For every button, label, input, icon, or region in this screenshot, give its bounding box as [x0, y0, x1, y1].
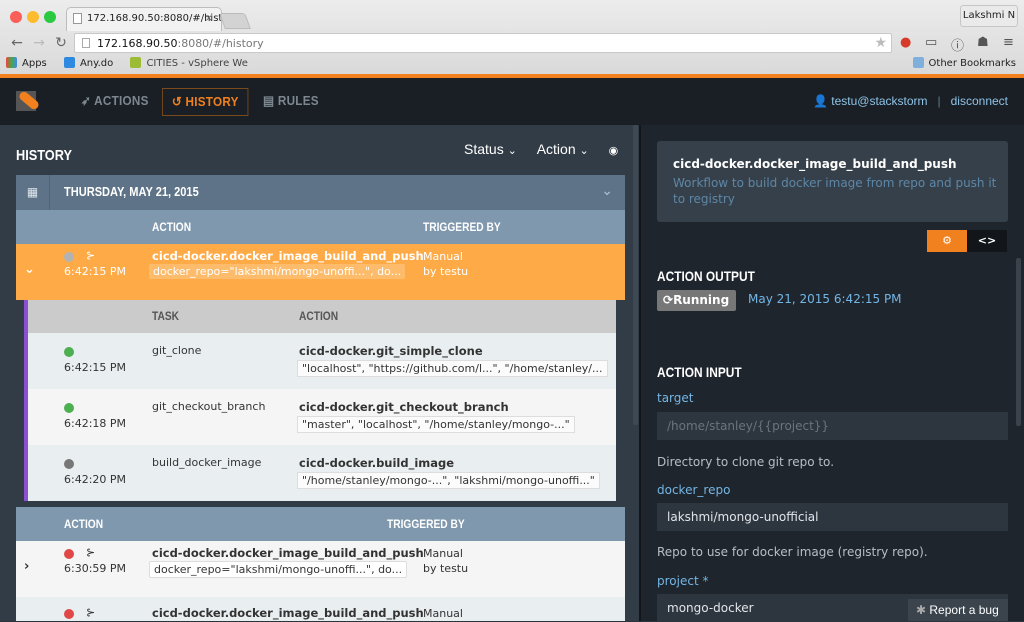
- target-input[interactable]: /home/stanley/{{project}}: [657, 412, 1008, 440]
- bug-icon: ✱: [916, 603, 930, 617]
- action-name: cicd-docker.docker_image_build_and_push: [152, 249, 424, 263]
- disconnect-link[interactable]: disconnect: [951, 94, 1008, 108]
- triggered-by: Manual by testu: [423, 250, 469, 278]
- eye-icon[interactable]: ◉: [609, 144, 619, 157]
- action-title: cicd-docker.docker_image_build_and_push: [673, 157, 957, 171]
- table-row[interactable]: ⊱ cicd-docker.docker_image_build_and_pus…: [16, 597, 625, 621]
- history-icon: ↺: [171, 94, 186, 109]
- page-icon: [82, 38, 90, 48]
- status-dot-running: [64, 459, 74, 469]
- status-dot-failed: [64, 549, 74, 559]
- adblock-icon[interactable]: ●: [900, 35, 911, 50]
- field-label-project: project *: [657, 574, 709, 588]
- nav-history[interactable]: ↺ HISTORY: [162, 88, 249, 116]
- docker-repo-help: Repo to use for docker image (registry r…: [657, 545, 928, 559]
- bookmark-anydo[interactable]: Any.do: [63, 57, 113, 69]
- gears-view-button[interactable]: ⚙: [927, 230, 967, 252]
- refresh-icon: ⟳: [663, 293, 674, 307]
- ghostery-icon[interactable]: ☗: [977, 35, 989, 50]
- reload-icon[interactable]: ↻: [50, 35, 72, 51]
- browser-tab[interactable]: 172.168.90.50:8080/#/histo ×: [66, 7, 222, 31]
- forward-icon[interactable]: →: [28, 35, 50, 51]
- date-label: THURSDAY, MAY 21, 2015: [64, 184, 199, 199]
- bookmark-star-icon[interactable]: ★: [874, 35, 887, 51]
- output-title: ACTION OUTPUT: [657, 268, 755, 284]
- menu-icon[interactable]: ≡: [1003, 35, 1014, 50]
- chevron-right-icon[interactable]: ›: [24, 559, 29, 574]
- back-icon[interactable]: ←: [6, 35, 28, 51]
- subtask-header: TASK ACTION: [24, 300, 616, 333]
- report-bug-button[interactable]: ✱ Report a bug: [908, 599, 1008, 621]
- input-title: ACTION INPUT: [657, 364, 742, 380]
- chevron-down-icon: ⌄: [579, 145, 589, 157]
- apps-icon: [6, 57, 17, 68]
- chevron-down-icon: ⌄: [507, 145, 517, 157]
- nav-actions[interactable]: ➶ ACTIONS: [72, 88, 158, 116]
- minimize-window-button[interactable]: [27, 11, 39, 23]
- user-icon: 👤: [812, 94, 828, 108]
- subtask-row[interactable]: 6:42:20 PM build_docker_image cicd-docke…: [24, 445, 616, 501]
- field-label-docker-repo: docker_repo: [657, 483, 731, 497]
- filters: Status ⌄ Action ⌄ ◉: [464, 141, 634, 157]
- user-info: 👤 testu@stackstorm | disconnect: [812, 94, 1008, 108]
- anydo-icon: [63, 57, 75, 68]
- address-bar[interactable]: 172.168.90.50:8080/#/history ★: [74, 33, 892, 53]
- action-filter[interactable]: Action ⌄: [537, 141, 589, 157]
- vsphere-icon: [130, 57, 142, 68]
- tab-title: 172.168.90.50:8080/#/histo: [87, 13, 222, 24]
- workflow-icon: ⊱: [86, 546, 96, 559]
- stackstorm-logo[interactable]: [16, 91, 36, 111]
- code-view-button[interactable]: <>: [967, 230, 1007, 252]
- workflow-icon: ⊱: [86, 249, 96, 262]
- status-dot-succeeded: [64, 403, 74, 413]
- table-row-selected[interactable]: ⌄ ⊱ 6:42:15 PM cicd-docker.docker_image_…: [16, 244, 625, 300]
- maximize-window-button[interactable]: [44, 11, 56, 23]
- date-group-header[interactable]: ▦ THURSDAY, MAY 21, 2015 ⌄: [16, 175, 625, 210]
- table-row[interactable]: › ⊱ 6:30:59 PM cicd-docker.docker_image_…: [16, 541, 625, 597]
- status-dot-succeeded: [64, 347, 74, 357]
- info-icon[interactable]: ⓘ: [951, 35, 964, 54]
- bookmark-cities[interactable]: CITIES - vSphere We: [130, 57, 248, 69]
- browser-chrome: 172.168.90.50:8080/#/histo × Lakshmi N ←…: [0, 0, 1024, 76]
- subtask-row[interactable]: 6:42:18 PM git_checkout_branch cicd-dock…: [24, 389, 616, 445]
- table-header: ACTION TRIGGERED BY: [16, 507, 625, 541]
- status-badge: ⟳Running: [657, 290, 736, 311]
- chevron-down-icon[interactable]: ⌄: [601, 183, 613, 199]
- field-label-target: target: [657, 391, 694, 405]
- start-time: May 21, 2015 6:42:15 PM: [748, 292, 902, 306]
- view-toggle: ⚙ <>: [927, 230, 1007, 252]
- book-icon: ▤: [263, 93, 278, 108]
- subtask-row[interactable]: 6:42:15 PM git_clone cicd-docker.git_sim…: [24, 333, 616, 389]
- close-window-button[interactable]: [10, 11, 22, 23]
- docker-repo-input[interactable]: lakshmi/mongo-unofficial: [657, 503, 1008, 531]
- table-header: ACTION TRIGGERED BY: [16, 210, 625, 244]
- action-summary-card: cicd-docker.docker_image_build_and_push …: [657, 141, 1008, 222]
- status-filter[interactable]: Status ⌄: [464, 141, 517, 157]
- history-scrollbar[interactable]: [633, 125, 638, 425]
- calendar-icon: ▦: [16, 175, 50, 210]
- folder-icon: [912, 57, 924, 68]
- page-title: HISTORY: [16, 147, 72, 164]
- new-tab-button[interactable]: [219, 13, 251, 29]
- username[interactable]: testu@stackstorm: [831, 94, 927, 108]
- close-tab-icon[interactable]: ×: [205, 13, 213, 24]
- chevron-down-icon[interactable]: ⌄: [24, 262, 35, 277]
- bookmark-apps[interactable]: Apps: [6, 57, 47, 69]
- panel-divider[interactable]: [639, 125, 641, 621]
- workflow-icon: ⊱: [86, 606, 96, 619]
- status-dot-running: [64, 252, 74, 262]
- other-bookmarks[interactable]: Other Bookmarks: [912, 57, 1016, 69]
- page-icon: [73, 13, 82, 24]
- action-description: Workflow to build docker image from repo…: [673, 176, 997, 206]
- details-scrollbar[interactable]: [1016, 258, 1021, 426]
- action-params: docker_repo="lakshmi/mongo-unoffi...", d…: [149, 264, 406, 279]
- status-dot-failed: [64, 609, 74, 619]
- target-help: Directory to clone git repo to.: [657, 455, 835, 469]
- profile-button[interactable]: Lakshmi N: [960, 5, 1018, 27]
- nav-rules[interactable]: ▤ RULES: [254, 88, 328, 116]
- bookmarks-bar: Apps Any.do CITIES - vSphere We: [6, 57, 262, 69]
- cast-icon[interactable]: ▭: [925, 35, 937, 50]
- rocket-icon: ➶: [81, 93, 95, 108]
